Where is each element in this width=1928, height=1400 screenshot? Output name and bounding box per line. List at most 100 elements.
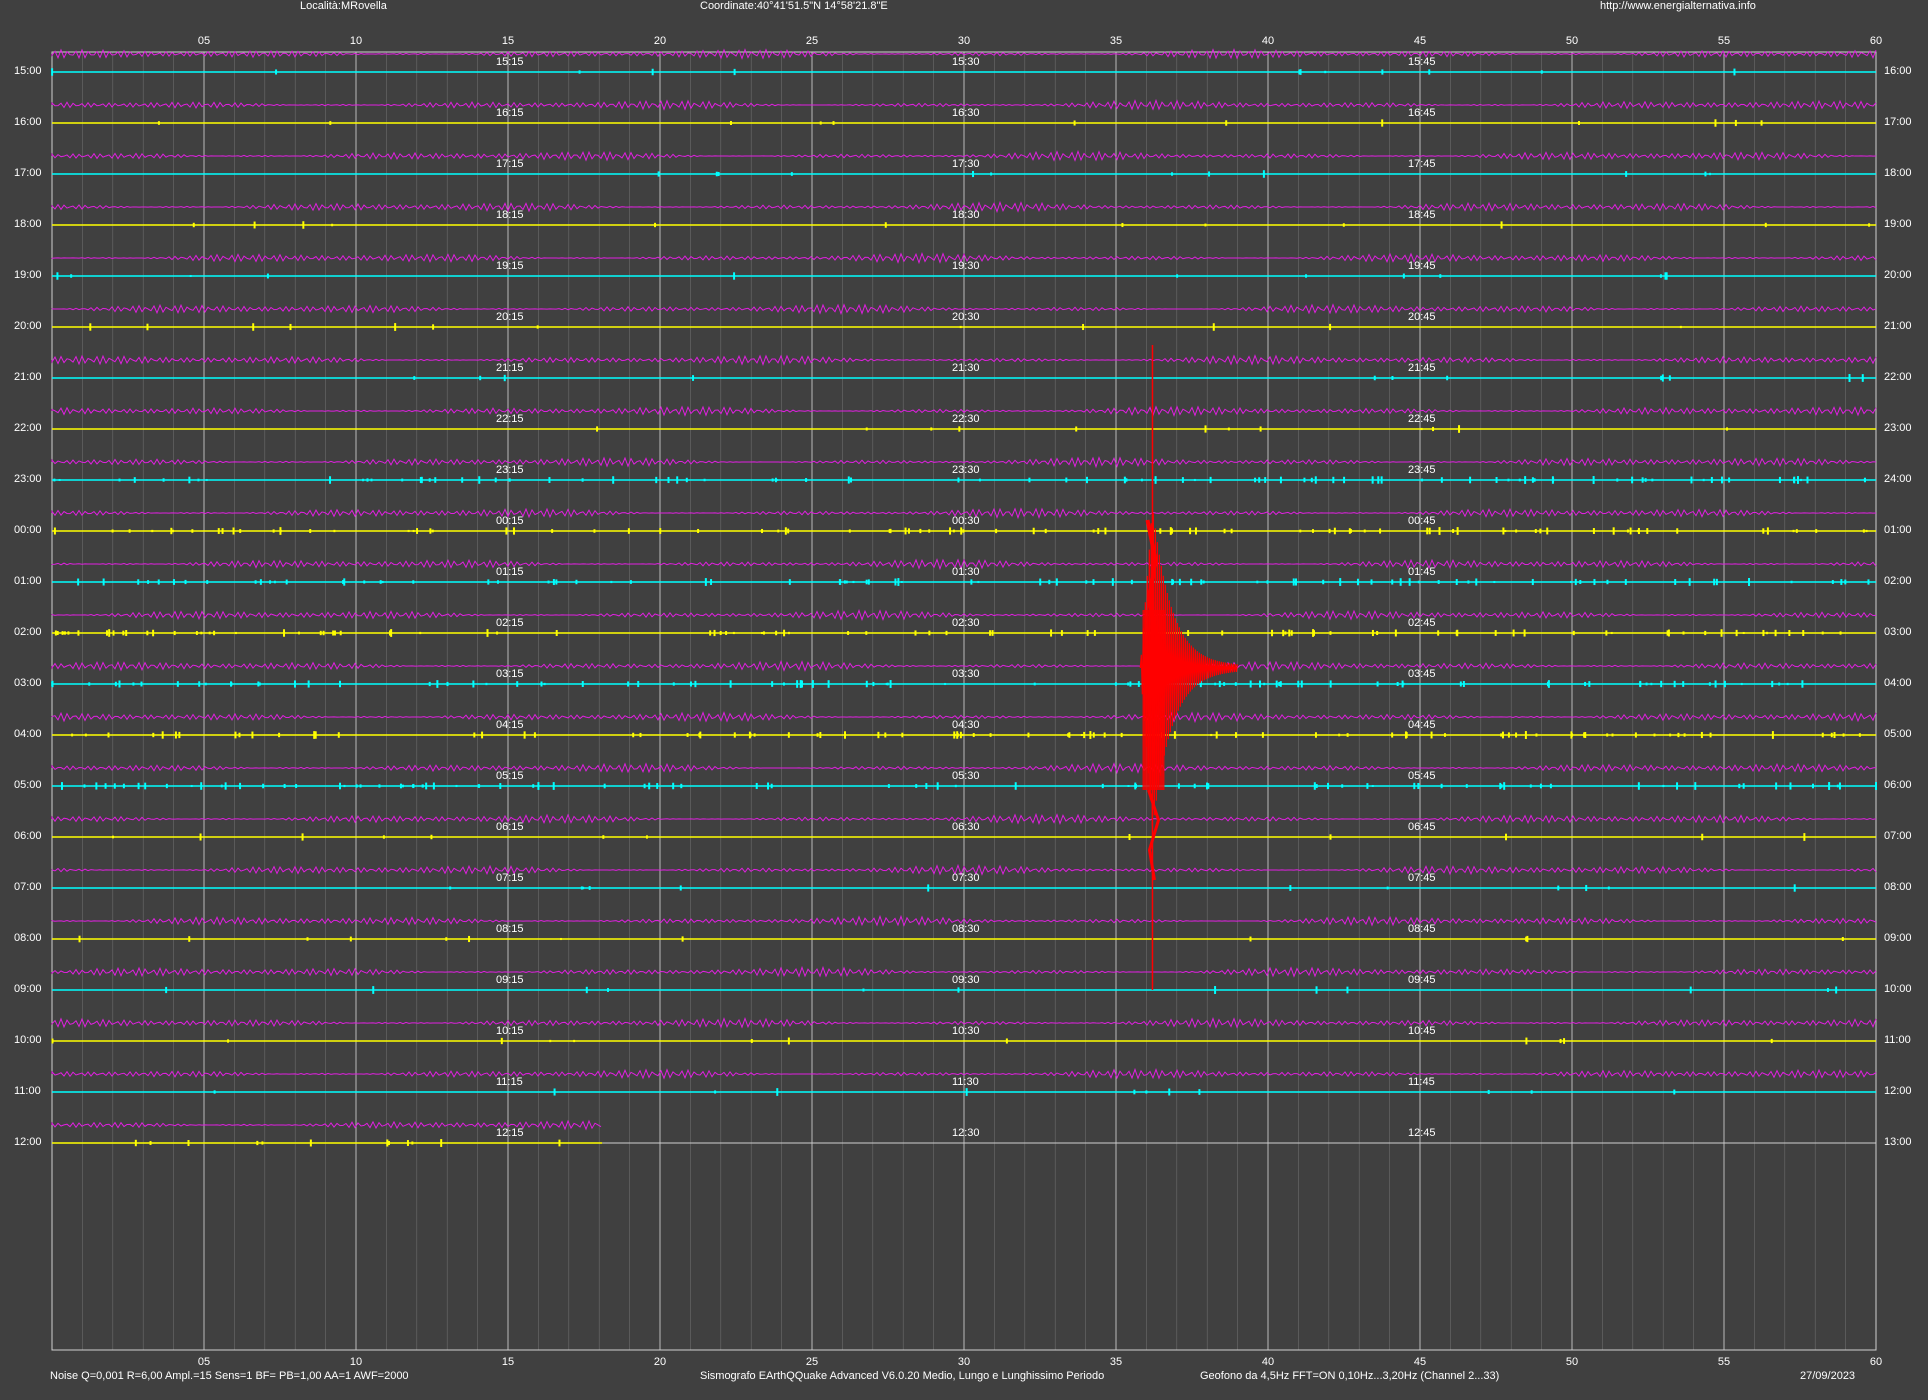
hour-label-right: 06:00 <box>1884 779 1912 791</box>
quarter-hour-label: 18:15 <box>496 209 524 221</box>
quarter-hour-label: 22:45 <box>1408 413 1436 425</box>
quarter-hour-label: 02:15 <box>496 617 524 629</box>
hour-label-left: 15:00 <box>14 65 42 77</box>
hour-label-left: 12:00 <box>14 1136 42 1148</box>
hour-label-right: 12:00 <box>1884 1085 1912 1097</box>
hour-label-right: 01:00 <box>1884 524 1912 536</box>
hour-label-right: 23:00 <box>1884 422 1912 434</box>
minute-tick-top: 25 <box>805 35 819 47</box>
quarter-hour-label: 03:30 <box>952 668 980 680</box>
hour-label-right: 08:00 <box>1884 881 1912 893</box>
quarter-hour-label: 15:45 <box>1408 56 1436 68</box>
minute-tick-top: 40 <box>1261 35 1275 47</box>
hour-label-left: 17:00 <box>14 167 42 179</box>
minute-tick-bottom: 10 <box>349 1356 363 1368</box>
quarter-hour-label: 08:45 <box>1408 923 1436 935</box>
quarter-hour-label: 17:15 <box>496 158 524 170</box>
quarter-hour-label: 02:30 <box>952 617 980 629</box>
quarter-hour-label: 05:45 <box>1408 770 1436 782</box>
hour-label-right: 19:00 <box>1884 218 1912 230</box>
quarter-hour-label: 18:45 <box>1408 209 1436 221</box>
quarter-hour-label: 00:45 <box>1408 515 1436 527</box>
minute-tick-top: 15 <box>501 35 515 47</box>
footer-sensor: Geofono da 4,5Hz FFT=ON 0,10Hz...3,20Hz … <box>1200 1370 1500 1382</box>
minute-tick-bottom: 35 <box>1109 1356 1123 1368</box>
hour-label-right: 07:00 <box>1884 830 1912 842</box>
footer-software: Sismografo EArthQQuake Advanced V6.0.20 … <box>700 1370 1105 1382</box>
hour-label-right: 09:00 <box>1884 932 1912 944</box>
station-location: Località:MRovella <box>300 0 387 12</box>
quarter-hour-label: 11:45 <box>1408 1076 1435 1088</box>
hour-label-right: 10:00 <box>1884 983 1912 995</box>
footer-settings: Noise Q=0,001 R=6,00 Ampl.=15 Sens=1 BF=… <box>50 1370 409 1382</box>
quarter-hour-label: 18:30 <box>952 209 980 221</box>
quarter-hour-label: 19:45 <box>1408 260 1436 272</box>
quarter-hour-label: 07:45 <box>1408 872 1436 884</box>
quarter-hour-label: 12:45 <box>1408 1127 1436 1139</box>
quarter-hour-label: 21:15 <box>496 362 524 374</box>
quarter-hour-label: 23:15 <box>496 464 524 476</box>
hour-label-left: 19:00 <box>14 269 42 281</box>
minute-tick-bottom: 20 <box>653 1356 667 1368</box>
quarter-hour-label: 09:15 <box>496 974 524 986</box>
hour-label-right: 22:00 <box>1884 371 1912 383</box>
quarter-hour-label: 20:15 <box>496 311 524 323</box>
minute-tick-top: 45 <box>1413 35 1427 47</box>
hour-label-left: 20:00 <box>14 320 42 332</box>
minute-tick-bottom: 50 <box>1565 1356 1579 1368</box>
minute-tick-bottom: 15 <box>501 1356 515 1368</box>
hour-label-left: 18:00 <box>14 218 42 230</box>
quarter-hour-label: 16:45 <box>1408 107 1436 119</box>
minute-tick-bottom: 40 <box>1261 1356 1275 1368</box>
quarter-hour-label: 06:15 <box>496 821 524 833</box>
minute-tick-bottom: 55 <box>1717 1356 1731 1368</box>
hour-label-left: 02:00 <box>14 626 42 638</box>
quarter-hour-label: 00:30 <box>952 515 980 527</box>
hour-label-left: 07:00 <box>14 881 42 893</box>
hour-label-left: 04:00 <box>14 728 42 740</box>
quarter-hour-label: 01:15 <box>496 566 524 578</box>
quarter-hour-label: 23:30 <box>952 464 980 476</box>
quarter-hour-label: 20:45 <box>1408 311 1436 323</box>
quarter-hour-label: 19:15 <box>496 260 524 272</box>
quarter-hour-label: 16:15 <box>496 107 524 119</box>
quarter-hour-label: 17:30 <box>952 158 980 170</box>
quarter-hour-label: 07:30 <box>952 872 980 884</box>
quarter-hour-label: 10:15 <box>496 1025 524 1037</box>
hour-label-left: 10:00 <box>14 1034 42 1046</box>
quarter-hour-label: 20:30 <box>952 311 980 323</box>
minute-tick-top: 05 <box>197 35 211 47</box>
minute-tick-bottom: 05 <box>197 1356 211 1368</box>
hour-label-left: 08:00 <box>14 932 42 944</box>
earthquake-energy-block <box>1142 610 1165 790</box>
quarter-hour-label: 05:30 <box>952 770 980 782</box>
quarter-hour-label: 06:30 <box>952 821 980 833</box>
hour-label-right: 03:00 <box>1884 626 1912 638</box>
hour-label-left: 16:00 <box>14 116 42 128</box>
quarter-hour-label: 05:15 <box>496 770 524 782</box>
minute-tick-top: 50 <box>1565 35 1579 47</box>
quarter-hour-label: 03:15 <box>496 668 524 680</box>
minute-tick-top: 20 <box>653 35 667 47</box>
hour-label-left: 21:00 <box>14 371 42 383</box>
quarter-hour-label: 11:30 <box>952 1076 979 1088</box>
hour-label-right: 02:00 <box>1884 575 1912 587</box>
quarter-hour-label: 07:15 <box>496 872 524 884</box>
quarter-hour-label: 04:30 <box>952 719 980 731</box>
hour-label-right: 04:00 <box>1884 677 1912 689</box>
minute-tick-top: 30 <box>957 35 971 47</box>
minute-tick-bottom: 25 <box>805 1356 819 1368</box>
quarter-hour-label: 01:45 <box>1408 566 1436 578</box>
hour-label-left: 01:00 <box>14 575 42 587</box>
hour-label-right: 17:00 <box>1884 116 1912 128</box>
quarter-hour-label: 04:15 <box>496 719 524 731</box>
quarter-hour-label: 21:45 <box>1408 362 1436 374</box>
minute-tick-bottom: 45 <box>1413 1356 1427 1368</box>
quarter-hour-label: 22:15 <box>496 413 524 425</box>
quarter-hour-label: 10:30 <box>952 1025 980 1037</box>
hour-label-left: 09:00 <box>14 983 42 995</box>
footer-date: 27/09/2023 <box>1800 1370 1856 1382</box>
hour-label-left: 05:00 <box>14 779 42 791</box>
quarter-hour-label: 23:45 <box>1408 464 1436 476</box>
quarter-hour-label: 01:30 <box>952 566 980 578</box>
